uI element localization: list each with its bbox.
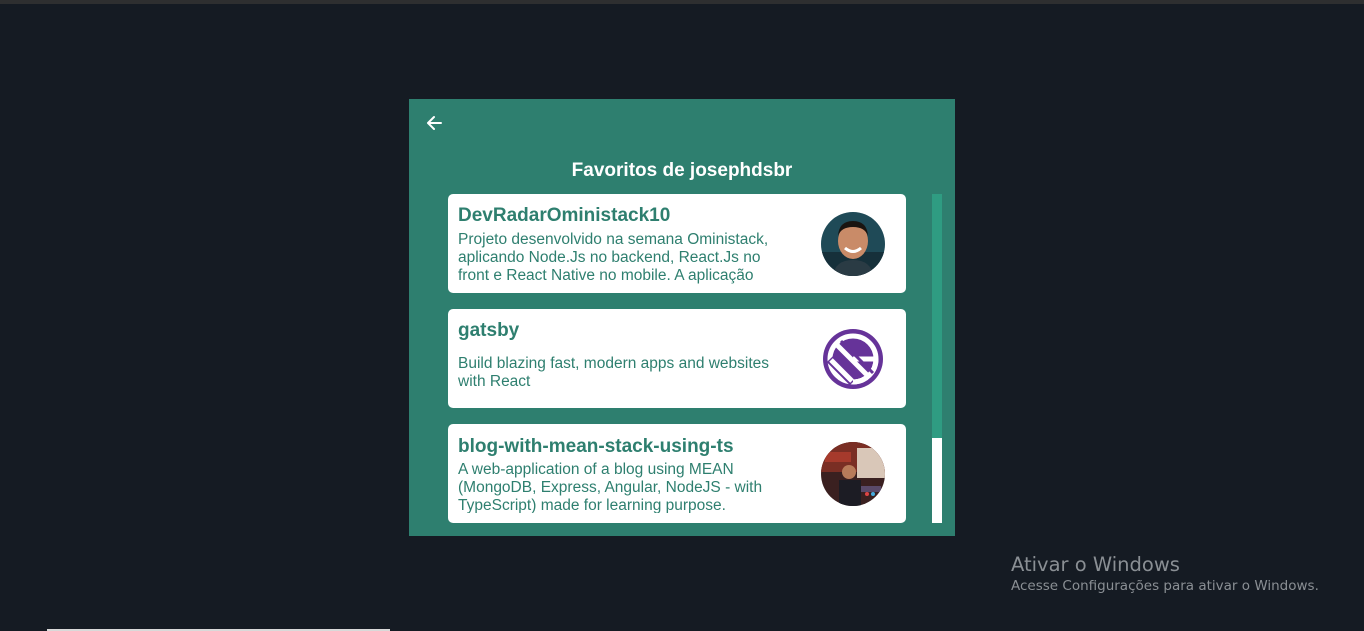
repo-description: Build blazing fast, modern apps and webs… — [458, 355, 770, 390]
repo-description: Projeto desenvolvido na semana Oministac… — [458, 231, 769, 284]
repo-name[interactable]: blog-with-mean-stack-using-ts — [458, 436, 734, 458]
windows-activation-title: Ativar o Windows — [1011, 553, 1180, 576]
list-scrollbar[interactable] — [932, 194, 942, 523]
window-top-border — [0, 0, 1364, 4]
owner-avatar — [821, 212, 885, 276]
repo-card[interactable]: gatsby Build blazing fast, modern apps a… — [448, 309, 906, 408]
gatsby-logo-icon — [821, 327, 885, 391]
favorites-list[interactable]: DevRadarOministack10 Projeto desenvolvid… — [448, 194, 906, 524]
owner-avatar — [821, 442, 885, 506]
scrollbar-thumb[interactable] — [932, 438, 942, 523]
repo-name[interactable]: DevRadarOministack10 — [458, 205, 670, 227]
favorites-panel: Favoritos de josephdsbr DevRadarOminista… — [409, 99, 955, 536]
windows-activation-subtitle: Acesse Configurações para ativar o Windo… — [1011, 578, 1319, 594]
arrow-left-icon — [427, 116, 442, 130]
back-button[interactable] — [423, 112, 445, 134]
page-title: Favoritos de josephdsbr — [571, 160, 793, 181]
repo-name[interactable]: gatsby — [458, 320, 519, 342]
repo-card[interactable]: DevRadarOministack10 Projeto desenvolvid… — [448, 194, 906, 293]
repo-card[interactable]: blog-with-mean-stack-using-ts A web-appl… — [448, 424, 906, 523]
repo-description: A web-application of a blog using MEAN (… — [458, 461, 763, 513]
